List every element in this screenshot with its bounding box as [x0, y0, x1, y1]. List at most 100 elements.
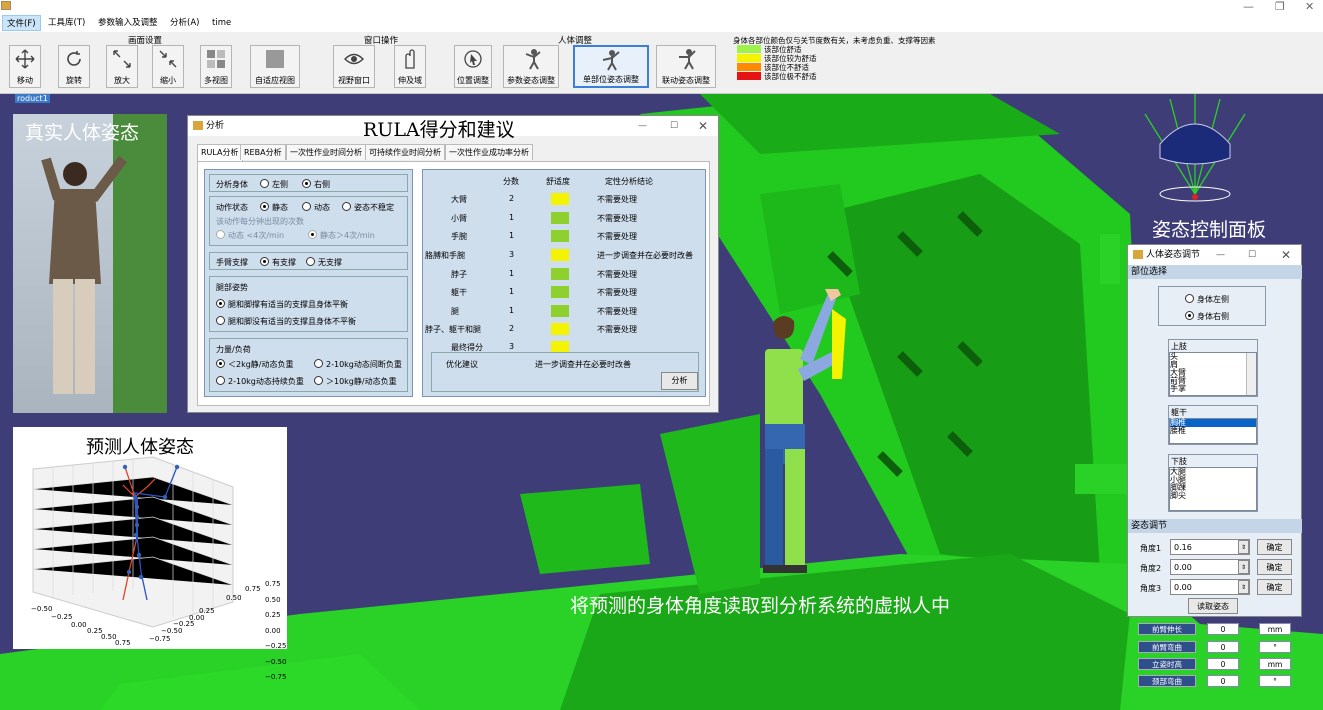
figure-icon — [525, 49, 541, 70]
menu-file[interactable]: 文件(F) — [2, 15, 41, 31]
analyze-button[interactable]: 分析 — [661, 372, 698, 390]
list-item[interactable]: 头 — [1170, 353, 1256, 361]
row-part: 大臂 — [451, 195, 467, 204]
list-item[interactable]: 手掌 — [1170, 385, 1256, 393]
view-window-button[interactable]: 视野窗口 — [333, 45, 375, 88]
body-side-right-radio[interactable]: 右侧 — [302, 179, 330, 190]
list-item[interactable]: 腰椎 — [1170, 427, 1256, 435]
close-icon[interactable]: ✕ — [1281, 245, 1291, 265]
radio-checked-icon — [1185, 311, 1194, 320]
tab-reba[interactable]: REBA分析 — [240, 144, 286, 160]
menu-params[interactable]: 参数输入及调整 — [94, 15, 162, 31]
freq-label: 该动作每分钟出现的次数 — [216, 217, 304, 226]
tab-sustain-time[interactable]: 可持续作业时间分析 — [365, 144, 445, 160]
row-part: 小臂 — [451, 214, 467, 223]
spinner-icon[interactable]: ⇕ — [1238, 580, 1249, 594]
z-tick: 0.50 — [265, 595, 281, 604]
maximize-icon[interactable]: ☐ — [1248, 245, 1256, 265]
product-tag[interactable]: roduct1 — [15, 94, 50, 103]
confirm1-button[interactable]: 确定 — [1257, 539, 1292, 555]
motion-dynamic-radio[interactable]: 动态 — [302, 202, 330, 213]
confirm3-button[interactable]: 确定 — [1257, 579, 1292, 595]
maximize-icon[interactable]: ☐ — [670, 116, 678, 136]
left-side-radio[interactable]: 身体左侧 — [1185, 294, 1229, 305]
upper-limb-list[interactable]: 头 肩 大臂 前臂 手掌 — [1169, 352, 1257, 396]
motion-unstable-radio[interactable]: 姿态不稳定 — [342, 202, 394, 213]
load-opt2-radio[interactable]: 2-10kg动态间断负重 — [314, 359, 402, 370]
single-pose-button[interactable]: 单部位姿态调整 — [573, 45, 649, 88]
window-icon — [1133, 250, 1143, 259]
analysis-window: 分析 RULA得分和建议 — ☐ ✕ RULA分析 REBA分析 一次性作业时间… — [187, 115, 719, 413]
multi-view-button[interactable]: 多视图 — [200, 45, 232, 88]
row-conclusion: 不需要处理 — [597, 232, 637, 241]
close-icon[interactable]: ✕ — [1305, 0, 1314, 13]
motion-static-label: 静态 — [272, 203, 288, 212]
confirm2-button[interactable]: 确定 — [1257, 559, 1292, 575]
minimize-icon[interactable]: — — [1243, 0, 1254, 13]
leg-opt2-radio[interactable]: 腿和脚没有适当的支撑且身体不平衡 — [216, 316, 356, 327]
radio-icon — [216, 230, 225, 239]
radio-checked-icon — [260, 257, 269, 266]
motion-static-radio[interactable]: 静态 — [260, 202, 288, 213]
trunk-list[interactable]: 胸椎 腰椎 — [1169, 418, 1257, 444]
list-item[interactable]: 脚尖 — [1170, 492, 1256, 500]
arm-support-no-radio[interactable]: 无支撑 — [306, 257, 342, 268]
link-pose-button[interactable]: 联动姿态调整 — [656, 45, 716, 88]
close-icon[interactable]: ✕ — [698, 116, 708, 136]
param-label-2: 立姿时高 — [1138, 658, 1196, 670]
reach-button[interactable]: 伸及域 — [394, 45, 426, 88]
menu-analysis[interactable]: 分析(A) — [166, 15, 203, 31]
param-value-3[interactable]: 0 — [1207, 675, 1239, 687]
y-tick-5: 0.50 — [226, 594, 242, 602]
tab-rula[interactable]: RULA分析 — [197, 144, 243, 161]
angle3-label: 角度3 — [1140, 584, 1162, 593]
load-opt1-radio[interactable]: ＜2kg静/动态负重 — [216, 359, 294, 370]
row-score: 1 — [509, 269, 515, 278]
pose-adjust-window: 人体姿态调节 — ☐ ✕ 部位选择 身体左侧 身体右侧 上肢 头 肩 大臂 前臂… — [1127, 244, 1302, 617]
row-score: 2 — [509, 194, 515, 203]
tab-success-rate[interactable]: 一次性作业成功率分析 — [445, 144, 533, 160]
body-side-left-radio[interactable]: 左侧 — [260, 179, 288, 190]
scrollbar[interactable] — [1246, 353, 1256, 395]
spinner-icon[interactable]: ⇕ — [1238, 560, 1249, 574]
param-value-1[interactable]: 0 — [1207, 641, 1239, 653]
x-tick-1: −0.25 — [51, 613, 73, 621]
spinner-icon[interactable]: ⇕ — [1238, 540, 1249, 554]
arm-support-group: 手臂支撑 有支撑 无支撑 — [209, 252, 408, 270]
body-side-right-label: 右侧 — [314, 180, 330, 189]
zoom-in-button[interactable]: 放大 — [106, 45, 138, 88]
restore-icon[interactable]: ❐ — [1275, 0, 1285, 13]
motion-label: 动作状态 — [216, 203, 248, 212]
rotate-button[interactable]: 旋转 — [58, 45, 90, 88]
fit-view-button[interactable]: 自适应视图 — [250, 45, 300, 88]
y-tick-6: 0.75 — [245, 585, 261, 593]
freq-high-radio[interactable]: 静态＞4次/min — [308, 230, 375, 241]
load-opt3-radio[interactable]: 2-10kg动态持续负重 — [216, 376, 304, 387]
arm-support-yes-radio[interactable]: 有支撑 — [260, 257, 296, 268]
hand-icon — [405, 49, 415, 69]
minimize-icon[interactable]: — — [1216, 245, 1225, 265]
menu-time[interactable]: time — [208, 15, 235, 31]
comfort-swatch — [551, 230, 569, 242]
param-pose-button[interactable]: 参数姿态调整 — [503, 45, 559, 88]
position-button[interactable]: 位置调整 — [454, 45, 492, 88]
param-value-0[interactable]: 0 — [1207, 623, 1239, 635]
leg-opt1-radio[interactable]: 腿和脚撑有适当的支撑且身体平衡 — [216, 299, 348, 310]
param-value-2[interactable]: 0 — [1207, 658, 1239, 670]
view-window-label: 视野窗口 — [338, 76, 370, 85]
lower-limb-list[interactable]: 大腿 小腿 脚踝 脚尖 — [1169, 467, 1257, 511]
result-panel: 分数 舒适度 定性分析结论 大臂 2 不需要处理 小臂 1 不需要处理 手腕 1 不需要处理 胳膊… — [422, 169, 706, 397]
load-opt4-radio[interactable]: ＞10kg静/动态负重 — [314, 376, 397, 387]
menu-tools[interactable]: 工具库(T) — [44, 15, 89, 31]
move-button[interactable]: 移动 — [9, 45, 41, 88]
minimize-icon[interactable]: — — [638, 116, 647, 136]
upper-limb-group: 上肢 头 肩 大臂 前臂 手掌 — [1168, 339, 1258, 397]
read-pose-button[interactable]: 读取姿态 — [1188, 598, 1238, 614]
tab-oneshot-time[interactable]: 一次性作业时间分析 — [286, 144, 366, 160]
real-pose-caption: 真实人体姿态 — [25, 122, 140, 144]
param-unit-2: mm — [1259, 658, 1291, 670]
row-part: 手腕 — [451, 232, 467, 241]
zoom-out-button[interactable]: 缩小 — [152, 45, 184, 88]
freq-low-radio[interactable]: 动态 <4次/min — [216, 230, 284, 241]
right-side-radio[interactable]: 身体右侧 — [1185, 311, 1229, 322]
